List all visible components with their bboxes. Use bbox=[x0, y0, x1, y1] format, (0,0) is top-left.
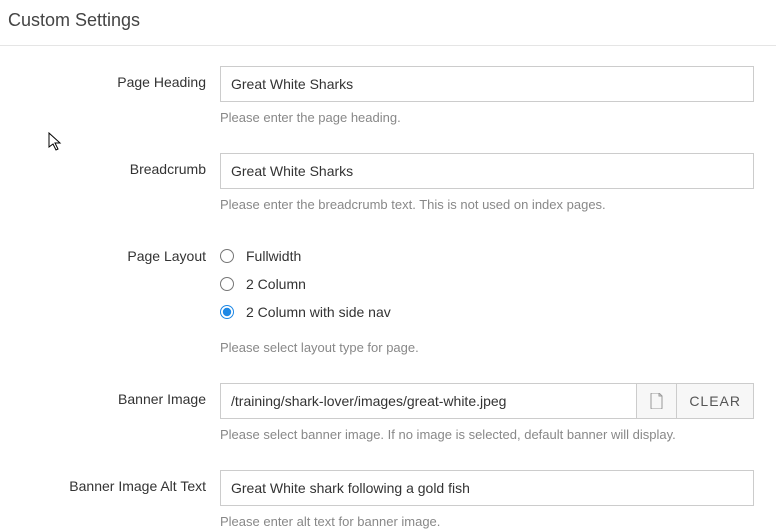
clear-button[interactable]: CLEAR bbox=[677, 383, 754, 419]
hint-page-heading: Please enter the page heading. bbox=[220, 110, 754, 125]
input-breadcrumb[interactable] bbox=[220, 153, 754, 189]
hint-banner-alt: Please enter alt text for banner image. bbox=[220, 514, 754, 529]
input-page-heading[interactable] bbox=[220, 66, 754, 102]
radio-group-layout: Fullwidth 2 Column 2 Column with side na… bbox=[220, 240, 754, 326]
label-banner-alt: Banner Image Alt Text bbox=[10, 470, 220, 529]
radio-row-2column: 2 Column bbox=[220, 270, 754, 298]
form-area: Page Heading Please enter the page headi… bbox=[0, 46, 776, 529]
field-page-heading: Please enter the page heading. bbox=[220, 66, 766, 125]
label-page-heading: Page Heading bbox=[10, 66, 220, 125]
row-breadcrumb: Breadcrumb Please enter the breadcrumb t… bbox=[10, 153, 766, 212]
radio-label-2column-sidenav[interactable]: 2 Column with side nav bbox=[246, 304, 391, 320]
field-page-layout: Fullwidth 2 Column 2 Column with side na… bbox=[220, 240, 766, 355]
row-banner-alt: Banner Image Alt Text Please enter alt t… bbox=[10, 470, 766, 529]
hint-breadcrumb: Please enter the breadcrumb text. This i… bbox=[220, 197, 754, 212]
row-page-heading: Page Heading Please enter the page headi… bbox=[10, 66, 766, 125]
input-banner-alt[interactable] bbox=[220, 470, 754, 506]
radio-label-2column[interactable]: 2 Column bbox=[246, 276, 306, 292]
radio-2column[interactable] bbox=[220, 277, 234, 291]
file-icon bbox=[650, 393, 664, 409]
page-title: Custom Settings bbox=[8, 10, 768, 31]
hint-banner-image: Please select banner image. If no image … bbox=[220, 427, 754, 442]
hint-page-layout: Please select layout type for page. bbox=[220, 340, 754, 355]
row-page-layout: Page Layout Fullwidth 2 Column 2 Column … bbox=[10, 240, 766, 355]
row-banner-image: Banner Image CLEAR Please select banner … bbox=[10, 383, 766, 442]
radio-2column-sidenav[interactable] bbox=[220, 305, 234, 319]
input-banner-image[interactable] bbox=[220, 383, 637, 419]
field-banner-image: CLEAR Please select banner image. If no … bbox=[220, 383, 766, 442]
radio-label-fullwidth[interactable]: Fullwidth bbox=[246, 248, 301, 264]
field-breadcrumb: Please enter the breadcrumb text. This i… bbox=[220, 153, 766, 212]
field-banner-alt: Please enter alt text for banner image. bbox=[220, 470, 766, 529]
label-banner-image: Banner Image bbox=[10, 383, 220, 442]
browse-button[interactable] bbox=[637, 383, 677, 419]
panel-header: Custom Settings bbox=[0, 0, 776, 46]
radio-row-fullwidth: Fullwidth bbox=[220, 242, 754, 270]
label-page-layout: Page Layout bbox=[10, 240, 220, 355]
radio-row-2column-sidenav: 2 Column with side nav bbox=[220, 298, 754, 326]
label-breadcrumb: Breadcrumb bbox=[10, 153, 220, 212]
radio-fullwidth[interactable] bbox=[220, 249, 234, 263]
image-input-row: CLEAR bbox=[220, 383, 754, 419]
